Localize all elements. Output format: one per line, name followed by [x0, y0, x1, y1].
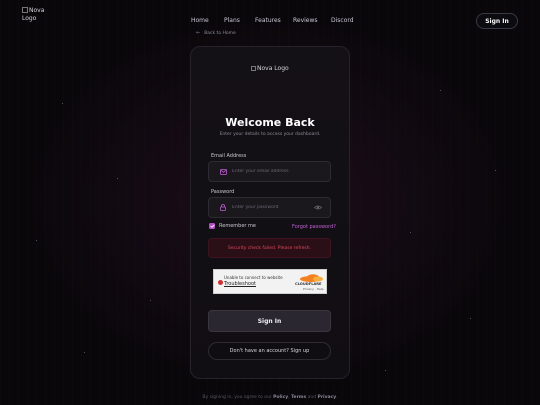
broken-image-icon [22, 7, 28, 13]
star-decoration [36, 240, 37, 241]
card-logo: Nova Logo [251, 65, 289, 72]
star-decoration [385, 370, 386, 371]
page-subtitle: Enter your details to access your dashbo… [219, 132, 321, 137]
captcha-privacy-link[interactable]: Privacy [303, 287, 314, 291]
main-nav: Home Plans Features Reviews Discord [0, 17, 540, 27]
star-decoration [470, 318, 471, 319]
remember-me[interactable]: Remember me [209, 223, 256, 229]
remember-label: Remember me [219, 223, 256, 229]
error-message: Security check failed. Please refresh. [227, 245, 312, 251]
header-signin-button[interactable]: Sign In [476, 13, 518, 29]
cloud-icon [300, 274, 323, 282]
star-decoration [84, 352, 85, 353]
error-dot-icon [218, 280, 223, 285]
password-input[interactable] [232, 205, 309, 210]
footer-and: and [307, 395, 317, 400]
footer-privacy-link[interactable]: Privacy [318, 395, 337, 400]
nav-features[interactable]: Features [255, 17, 281, 24]
lock-icon [219, 204, 227, 212]
email-field-container [208, 161, 331, 182]
star-decoration [150, 300, 151, 301]
captcha-widget[interactable]: Unable to connect to website Troubleshoo… [213, 269, 327, 294]
email-label: Email Address [211, 153, 247, 159]
legal-footer: By signing in, you agree to our Policy, … [202, 395, 338, 400]
forgot-password-link[interactable]: Forgot password? [292, 224, 336, 230]
nav-home[interactable]: Home [191, 17, 209, 24]
star-decoration [495, 170, 496, 171]
email-input[interactable] [232, 169, 322, 174]
sign-up-button[interactable]: Don't have an account? Sign up [208, 342, 331, 360]
star-decoration [62, 103, 63, 104]
error-alert: Security check failed. Please refresh. [208, 238, 331, 258]
star-decoration [117, 178, 118, 179]
captcha-help-link[interactable]: Help [317, 287, 324, 291]
page-title: Welcome Back [225, 116, 315, 129]
footer-policy-link[interactable]: Policy [273, 395, 288, 400]
star-decoration [410, 232, 411, 233]
captcha-legal: Privacy · Help [303, 287, 324, 291]
captcha-brand: CLOUDFLARE [295, 282, 322, 286]
password-field-container [208, 197, 331, 218]
check-icon [209, 224, 215, 228]
nav-reviews[interactable]: Reviews [293, 17, 318, 24]
envelope-icon [219, 168, 227, 176]
captcha-troubleshoot-link[interactable]: Troubleshoot [224, 281, 256, 287]
arrow-left-icon: ← [196, 30, 201, 36]
card-logo-alt: Nova Logo [257, 65, 289, 72]
star-decoration [440, 90, 441, 91]
back-to-home-link[interactable]: ← Back to Home [196, 30, 236, 36]
captcha-status: Unable to connect to website [224, 275, 283, 280]
sign-in-button[interactable]: Sign In [208, 310, 331, 332]
broken-image-icon [251, 66, 256, 71]
remember-checkbox[interactable] [209, 223, 215, 229]
footer-prefix: By signing in, you agree to our [202, 395, 272, 400]
password-label: Password [211, 189, 235, 195]
eye-icon[interactable] [314, 204, 322, 212]
nav-discord[interactable]: Discord [331, 17, 354, 24]
nav-plans[interactable]: Plans [224, 17, 240, 24]
footer-terms-link[interactable]: Terms [291, 395, 306, 400]
back-link-label: Back to Home [204, 30, 236, 36]
